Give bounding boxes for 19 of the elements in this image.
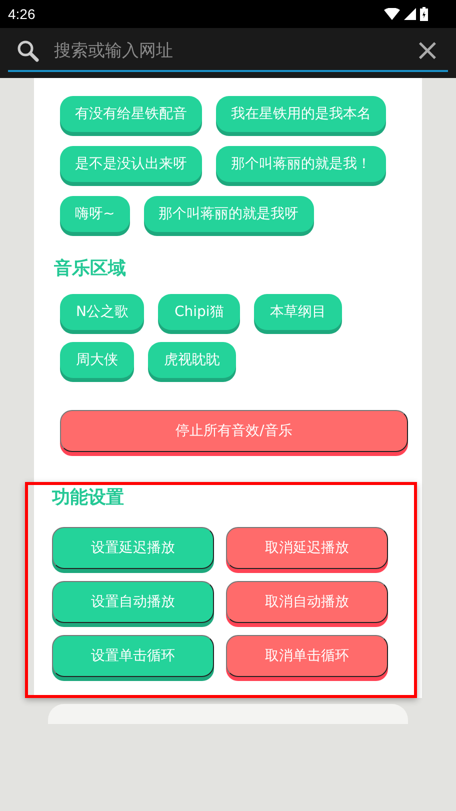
sound-button[interactable]: 我在星铁用的是我本名 [216,96,386,132]
sound-button[interactable]: 那个叫蒋丽的就是我呀 [144,196,314,232]
section-title: 音乐区域 [54,257,127,280]
music-button[interactable]: Chipi猫 [158,294,240,330]
status-time: 4:26 [8,6,36,22]
sound-button[interactable]: 是不是没认出来呀 [60,146,202,182]
search-icon [16,39,40,63]
section-title: 功能设置 [52,486,125,509]
sound-button[interactable]: 有没有给星铁配音 [60,96,202,132]
battery-icon [420,7,428,21]
wifi-icon [384,8,400,20]
signal-icon [404,8,416,20]
music-button[interactable]: 本草纲目 [254,294,342,330]
sound-button[interactable]: 嗨呀~ [60,196,130,232]
music-button[interactable]: 周大侠 [60,342,134,378]
music-button[interactable]: N公之歌 [60,294,144,330]
close-button[interactable]: × [414,36,440,66]
music-button[interactable]: 虎视眈眈 [148,342,236,378]
sound-button[interactable]: 那个叫蒋丽的就是我！ [216,146,386,182]
